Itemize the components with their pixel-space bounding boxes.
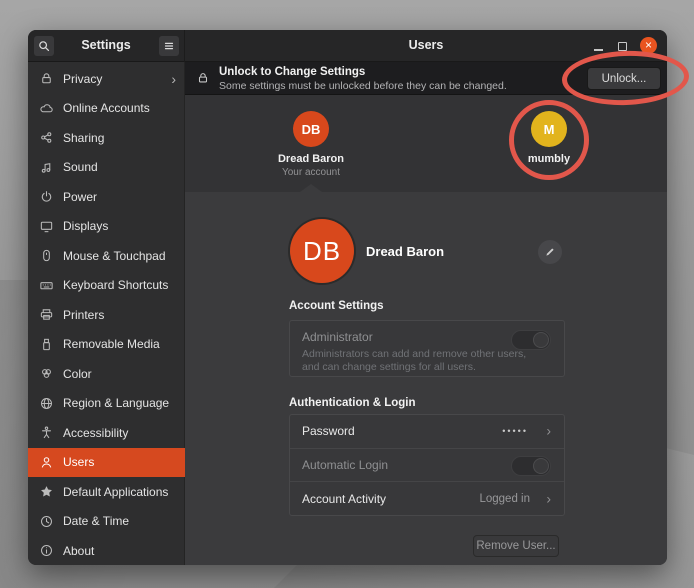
keyboard-icon (39, 278, 54, 293)
administrator-label: Administrator (302, 330, 373, 344)
carousel-user-mumbly[interactable]: M mumbly (489, 111, 609, 165)
display-icon (39, 219, 54, 234)
account-settings-heading: Account Settings (289, 300, 384, 312)
headerbar: Settings Users × (28, 30, 667, 62)
flash-drive-icon (39, 337, 54, 352)
sidebar-item-users[interactable]: Users (28, 448, 185, 478)
unlock-banner-title: Unlock to Change Settings (219, 66, 365, 78)
password-row[interactable]: Password ••••• › (290, 415, 564, 449)
cloud-icon (39, 101, 54, 116)
sidebar-item-online-accounts[interactable]: Online Accounts (28, 94, 184, 124)
music-note-icon (39, 160, 54, 175)
unlock-banner: Unlock to Change Settings Some settings … (185, 62, 667, 95)
automatic-login-row: Automatic Login (290, 449, 564, 483)
sidebar-item-color[interactable]: Color (28, 359, 184, 389)
chevron-right-icon: › (171, 72, 176, 86)
detail-user-name: Dread Baron (366, 244, 444, 259)
users-panel: Unlock to Change Settings Some settings … (185, 62, 667, 565)
user-name: mumbly (489, 153, 609, 165)
user-subtitle: Your account (251, 167, 371, 178)
sidebar-item-privacy[interactable]: Privacy › (28, 64, 184, 94)
sidebar-item-sharing[interactable]: Sharing (28, 123, 184, 153)
unlock-button[interactable]: Unlock... (587, 67, 661, 90)
sidebar-item-date-time[interactable]: Date & Time (28, 507, 184, 537)
password-label: Password (302, 424, 355, 438)
account-activity-label: Account Activity (302, 492, 386, 506)
sidebar-item-sound[interactable]: Sound (28, 153, 184, 183)
avatar: M (531, 111, 567, 147)
share-icon (39, 130, 54, 145)
user-name: Dread Baron (251, 153, 371, 165)
automatic-login-label: Automatic Login (302, 458, 388, 472)
lock-icon (196, 71, 210, 85)
sidebar-item-default-applications[interactable]: Default Applications (28, 477, 184, 507)
user-detail: DB Dread Baron Account Settings Administ… (185, 192, 667, 565)
close-button[interactable]: × (640, 37, 657, 54)
toggle-knob (533, 458, 549, 474)
user-carousel: DB Dread Baron Your account M mumbly (185, 95, 667, 192)
minimize-button[interactable] (594, 49, 603, 51)
sidebar-item-displays[interactable]: Displays (28, 212, 184, 242)
carousel-user-dread-baron[interactable]: DB Dread Baron Your account (251, 111, 371, 178)
person-icon (39, 455, 54, 470)
account-settings-card: Administrator Administrators can add and… (289, 320, 565, 377)
mouse-icon (39, 248, 54, 263)
headerbar-right: Users (185, 30, 667, 62)
sidebar-item-power[interactable]: Power (28, 182, 184, 212)
account-activity-value: Logged in (479, 493, 530, 505)
toggle-knob (533, 332, 549, 348)
pencil-icon (544, 246, 556, 258)
edit-name-button[interactable] (538, 240, 562, 264)
info-icon (39, 543, 54, 558)
unlock-banner-subtitle: Some settings must be unlocked before th… (219, 80, 507, 92)
authentication-card: Password ••••• › Automatic Login Account… (289, 414, 565, 516)
hamburger-icon (162, 39, 176, 53)
sidebar-item-keyboard-shortcuts[interactable]: Keyboard Shortcuts (28, 271, 184, 301)
menu-button[interactable] (159, 36, 179, 56)
power-icon (39, 189, 54, 204)
sidebar: Privacy › Online Accounts Sharing Sound … (28, 62, 185, 565)
automatic-login-toggle[interactable] (511, 456, 551, 476)
selected-user-pointer (300, 184, 322, 192)
maximize-button[interactable] (618, 42, 627, 51)
star-icon (39, 484, 54, 499)
remove-user-button[interactable]: Remove User... (473, 535, 559, 557)
chevron-right-icon: › (546, 423, 551, 439)
printer-icon (39, 307, 54, 322)
panel-title: Users (185, 30, 667, 61)
sidebar-item-printers[interactable]: Printers (28, 300, 184, 330)
sidebar-item-about[interactable]: About (28, 536, 184, 565)
clock-icon (39, 514, 54, 529)
chevron-right-icon: › (546, 490, 551, 506)
administrator-toggle[interactable] (511, 330, 551, 350)
sidebar-item-mouse-touchpad[interactable]: Mouse & Touchpad (28, 241, 184, 271)
sidebar-item-removable-media[interactable]: Removable Media (28, 330, 184, 360)
account-activity-row[interactable]: Account Activity Logged in › (290, 482, 564, 515)
sidebar-item-region-language[interactable]: Region & Language (28, 389, 184, 419)
globe-icon (39, 396, 54, 411)
settings-window: Settings Users × Privacy › Online Accoun… (28, 30, 667, 565)
avatar: DB (290, 219, 354, 283)
password-dots: ••••• (502, 426, 528, 436)
administrator-description: Administrators can add and remove other … (302, 348, 527, 373)
headerbar-left: Settings (28, 30, 185, 62)
avatar: DB (293, 111, 329, 147)
lock-icon (39, 71, 54, 86)
authentication-heading: Authentication & Login (289, 397, 415, 409)
sidebar-item-accessibility[interactable]: Accessibility (28, 418, 184, 448)
accessibility-icon (39, 425, 54, 440)
color-icon (39, 366, 54, 381)
